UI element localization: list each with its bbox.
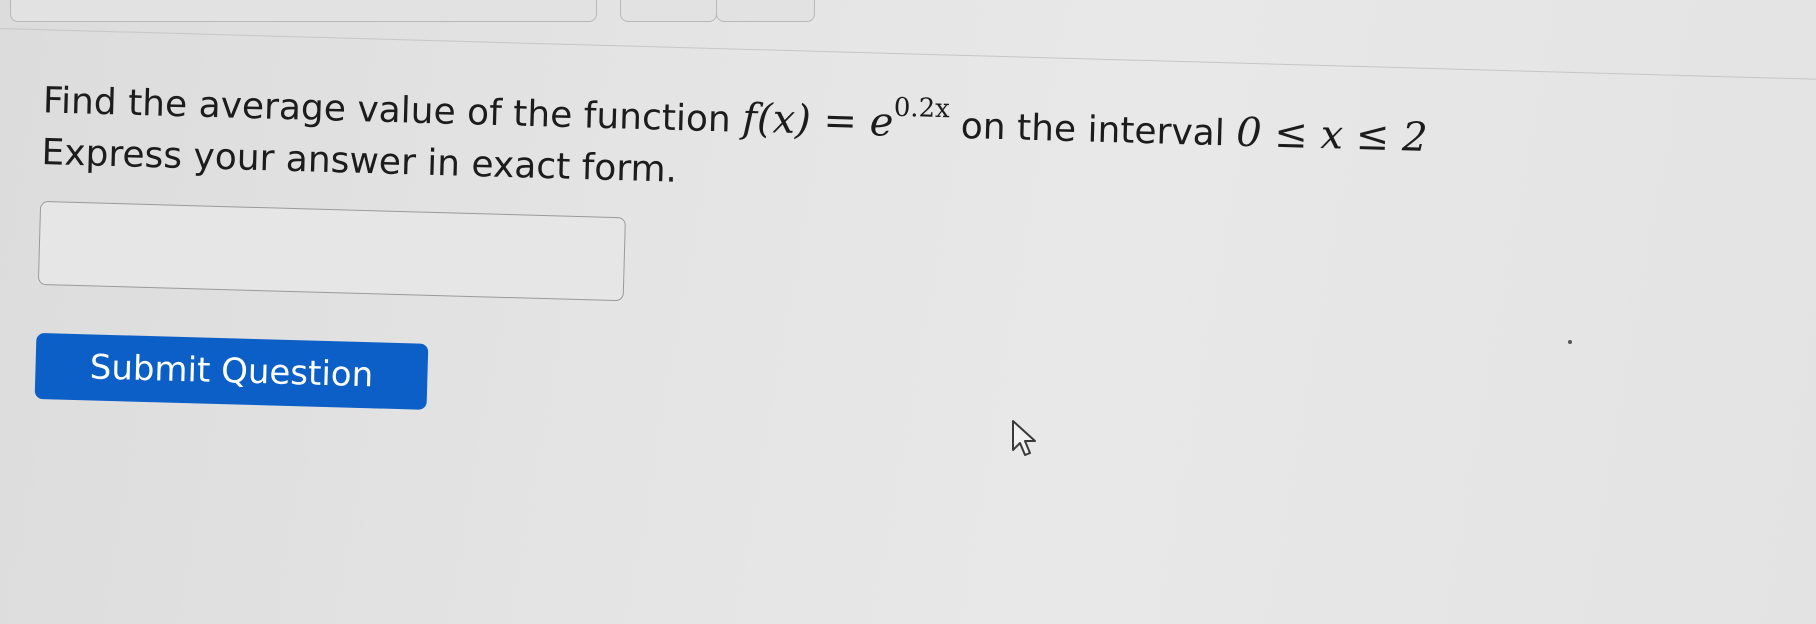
interval-text: on the interval [960, 105, 1226, 155]
top-tab-strip [0, 0, 1816, 28]
tab-stub-middle[interactable] [620, 0, 717, 22]
function-expression: f(x) = e0.2x [741, 92, 951, 147]
question-panel: Find the average value of the function f… [34, 64, 1744, 447]
tab-stub-left[interactable] [10, 0, 597, 22]
function-exponent: 0.2x [893, 92, 951, 125]
screen-speck [1568, 340, 1572, 344]
tab-stub-right[interactable] [716, 0, 815, 22]
mouse-pointer-icon [1010, 418, 1040, 462]
interval-expression: 0 ≤ x ≤ 2 [1235, 109, 1429, 161]
answer-input[interactable] [37, 201, 626, 302]
submit-question-button[interactable]: Submit Question [34, 333, 429, 411]
